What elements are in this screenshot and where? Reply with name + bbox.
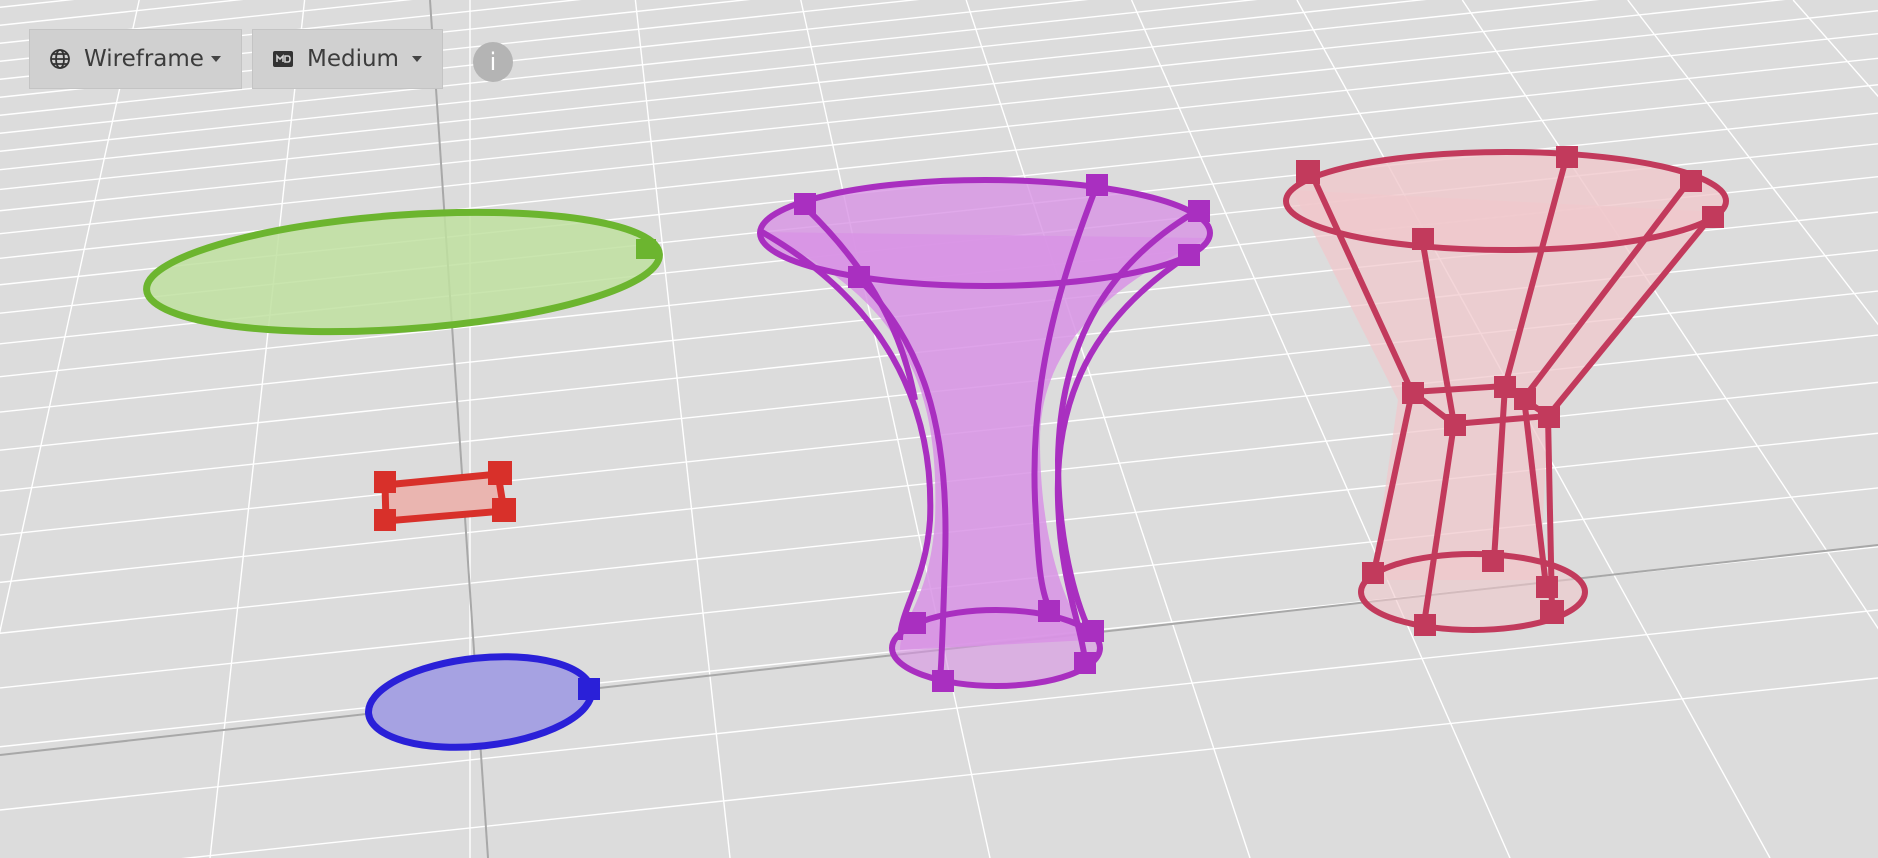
control-point[interactable] [1086, 174, 1108, 196]
control-point[interactable] [1074, 652, 1096, 674]
quality-label: Medium [307, 46, 399, 72]
control-point[interactable] [1188, 200, 1210, 222]
control-point[interactable] [904, 612, 926, 634]
control-point[interactable] [492, 498, 516, 522]
control-point[interactable] [374, 471, 396, 493]
quality-dropdown[interactable]: Medium [252, 29, 443, 89]
viewport-toolbar: Wireframe Medium [29, 29, 443, 89]
control-point[interactable] [488, 461, 512, 485]
control-point[interactable] [932, 670, 954, 692]
globe-icon [48, 47, 72, 71]
control-point[interactable] [1082, 620, 1104, 642]
quality-badge-icon [271, 47, 295, 71]
render-mode-dropdown[interactable]: Wireframe [29, 29, 242, 89]
control-point[interactable] [1540, 600, 1564, 624]
control-point[interactable] [1514, 388, 1536, 410]
control-point[interactable] [578, 678, 600, 700]
control-point[interactable] [1494, 376, 1516, 398]
control-point[interactable] [1680, 170, 1702, 192]
control-point[interactable] [1402, 382, 1424, 404]
chevron-down-icon [211, 56, 221, 62]
render-mode-label: Wireframe [84, 46, 204, 72]
control-point[interactable] [1412, 228, 1434, 250]
chevron-down-icon [412, 56, 422, 62]
control-point[interactable] [1536, 576, 1558, 598]
control-point[interactable] [1296, 160, 1320, 184]
info-button[interactable]: i [473, 42, 513, 82]
control-point[interactable] [848, 266, 870, 288]
control-point[interactable] [1038, 600, 1060, 622]
control-point[interactable] [1178, 244, 1200, 266]
info-icon: i [489, 48, 497, 76]
control-point[interactable] [1482, 550, 1504, 572]
control-point[interactable] [1702, 206, 1724, 228]
control-point[interactable] [1444, 414, 1466, 436]
control-point[interactable] [1414, 614, 1436, 636]
control-point[interactable] [1556, 146, 1578, 168]
control-point[interactable] [1538, 406, 1560, 428]
control-point[interactable] [636, 239, 656, 259]
control-point[interactable] [1362, 562, 1384, 584]
control-point[interactable] [374, 509, 396, 531]
control-point[interactable] [794, 193, 816, 215]
3d-viewport[interactable] [0, 0, 1878, 858]
